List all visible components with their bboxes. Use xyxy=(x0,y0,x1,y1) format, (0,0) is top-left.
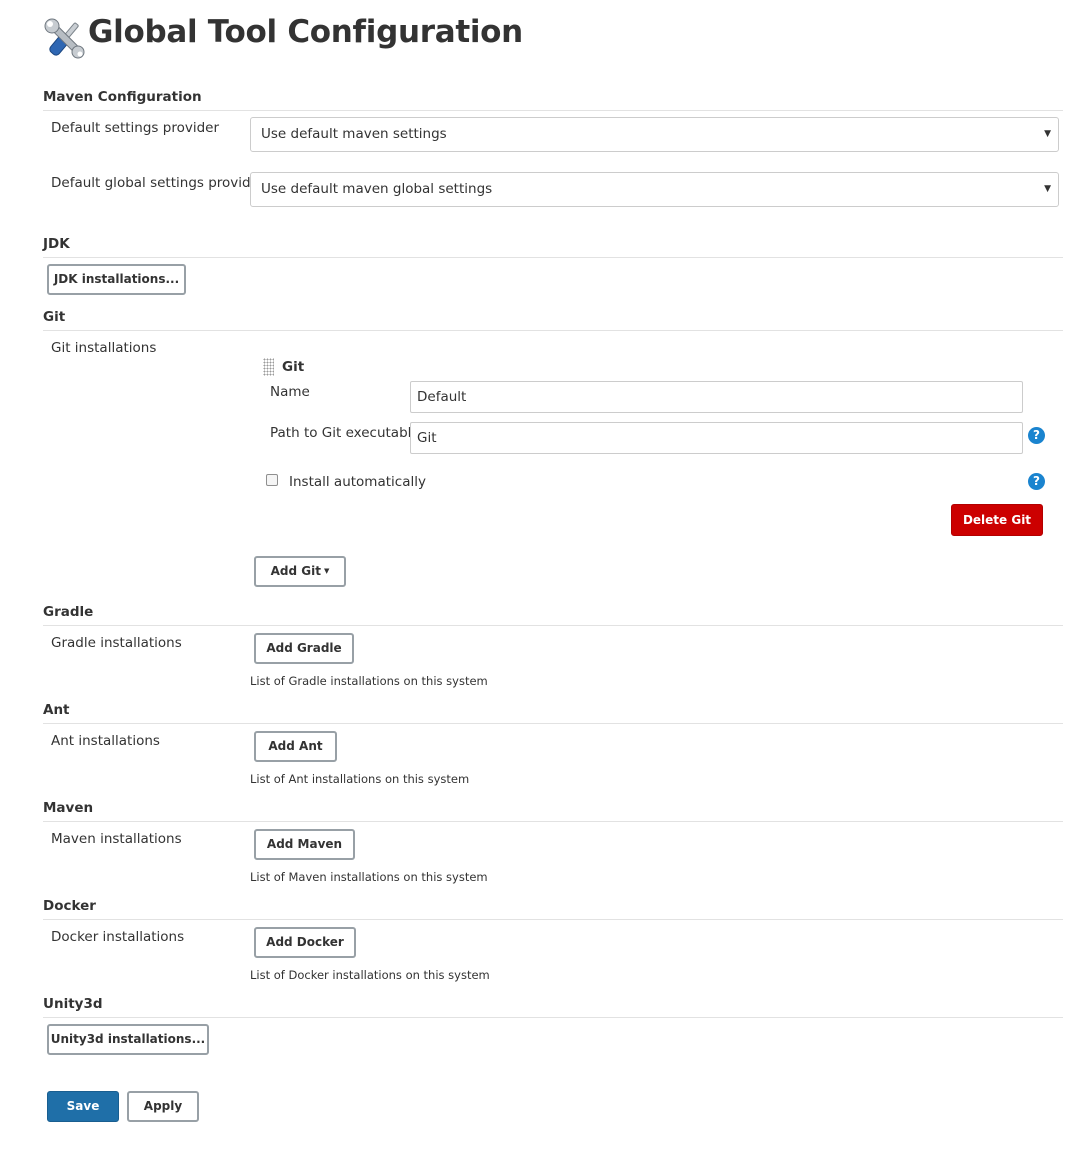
maven-heading: Maven xyxy=(43,800,94,816)
save-button[interactable]: Save xyxy=(47,1091,119,1122)
default-global-settings-provider-value: Use default maven global settings xyxy=(261,181,493,197)
caret-down-icon: ▼ xyxy=(323,567,330,575)
add-maven-button[interactable]: Add Maven xyxy=(254,829,355,860)
git-name-label: Name xyxy=(270,384,310,400)
docker-installations-label: Docker installations xyxy=(51,929,185,945)
git-installations-label: Git installations xyxy=(51,340,157,356)
docker-heading: Docker xyxy=(43,898,96,914)
section-divider xyxy=(43,110,1063,111)
gradle-heading: Gradle xyxy=(43,604,94,620)
section-divider xyxy=(43,919,1063,920)
ant-heading: Ant xyxy=(43,702,70,718)
unity3d-installations-button[interactable]: Unity3d installations... xyxy=(47,1024,209,1055)
maven-description: List of Maven installations on this syst… xyxy=(250,870,488,884)
delete-git-button[interactable]: Delete Git xyxy=(951,504,1043,536)
jdk-heading: JDK xyxy=(43,236,70,252)
default-settings-provider-value: Use default maven settings xyxy=(261,126,447,142)
git-path-label: Path to Git executable xyxy=(270,425,420,441)
add-docker-button[interactable]: Add Docker xyxy=(254,927,356,958)
add-gradle-button[interactable]: Add Gradle xyxy=(254,633,354,664)
section-divider xyxy=(43,257,1063,258)
maven-installations-label: Maven installations xyxy=(51,831,182,847)
default-settings-provider-select[interactable]: Use default maven settings ▼ xyxy=(250,117,1059,152)
install-automatically-checkbox[interactable] xyxy=(266,474,278,486)
help-icon[interactable]: ? xyxy=(1028,427,1045,444)
maven-configuration-heading: Maven Configuration xyxy=(43,89,202,105)
chevron-down-icon: ▼ xyxy=(1044,184,1051,194)
jdk-installations-button[interactable]: JDK installations... xyxy=(47,264,186,295)
section-divider xyxy=(43,821,1063,822)
default-settings-provider-label: Default settings provider xyxy=(51,120,219,136)
section-divider xyxy=(43,723,1063,724)
add-git-button[interactable]: Add Git ▼ xyxy=(254,556,346,587)
git-heading: Git xyxy=(43,309,66,325)
drag-handle-icon[interactable] xyxy=(263,358,274,376)
section-divider xyxy=(43,330,1063,331)
section-divider xyxy=(43,625,1063,626)
default-global-settings-provider-select[interactable]: Use default maven global settings ▼ xyxy=(250,172,1059,207)
chevron-down-icon: ▼ xyxy=(1044,129,1051,139)
gradle-description: List of Gradle installations on this sys… xyxy=(250,674,488,688)
page-title: Global Tool Configuration xyxy=(88,14,523,50)
ant-installations-label: Ant installations xyxy=(51,733,160,749)
install-automatically-label: Install automatically xyxy=(289,474,426,490)
apply-button[interactable]: Apply xyxy=(127,1091,199,1122)
add-git-label: Add Git xyxy=(270,564,321,578)
help-icon[interactable]: ? xyxy=(1028,473,1045,490)
default-global-settings-provider-label: Default global settings provider xyxy=(51,175,265,191)
git-block-title: Git xyxy=(282,359,305,375)
add-ant-button[interactable]: Add Ant xyxy=(254,731,337,762)
tools-icon xyxy=(42,16,88,62)
git-path-input[interactable]: Git xyxy=(410,422,1023,454)
git-name-input[interactable]: Default xyxy=(410,381,1023,413)
unity3d-heading: Unity3d xyxy=(43,996,103,1012)
section-divider xyxy=(43,1017,1063,1018)
ant-description: List of Ant installations on this system xyxy=(250,772,470,786)
docker-description: List of Docker installations on this sys… xyxy=(250,968,490,982)
gradle-installations-label: Gradle installations xyxy=(51,635,182,651)
